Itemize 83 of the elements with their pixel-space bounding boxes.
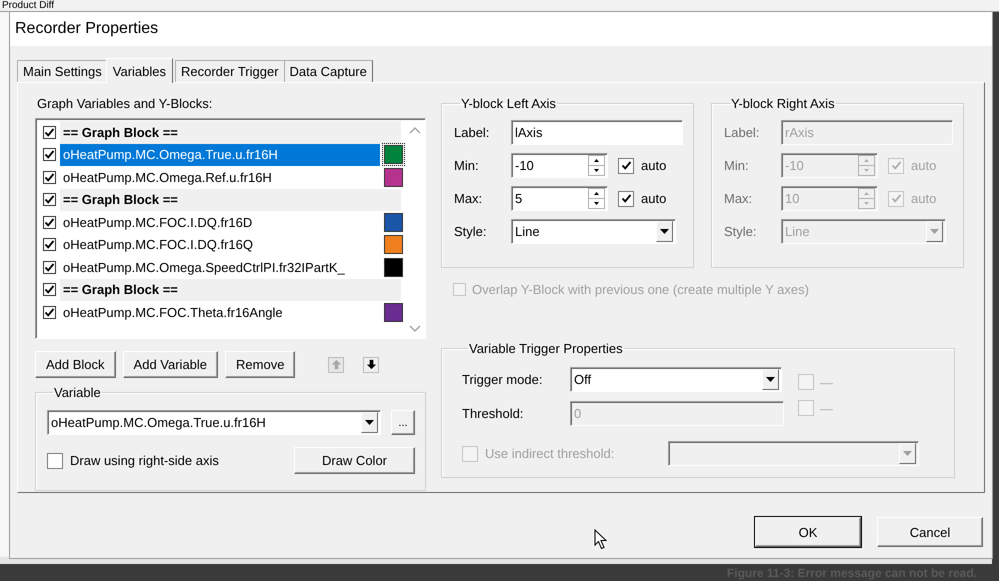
checkbox-label: auto (641, 158, 666, 173)
scroll-down-icon[interactable] (409, 325, 421, 332)
list-button[interactable]: Add Block (35, 351, 116, 378)
list-item[interactable]: oHeatPump.MC.Omega.True.u.fr16H (60, 144, 380, 166)
number-field[interactable]: -10 (511, 153, 608, 178)
check-icon (44, 126, 55, 138)
block-header[interactable]: == Graph Block == (60, 188, 401, 211)
field-label: Min: (454, 158, 480, 173)
field-label: Trigger mode: (462, 372, 544, 387)
checkbox[interactable] (43, 148, 56, 162)
variable-dropdown[interactable]: oHeatPump.MC.Omega.True.u.fr16H (47, 410, 381, 435)
cancel-button[interactable]: Cancel (877, 517, 983, 547)
list-item[interactable]: oHeatPump.MC.Omega.Ref.u.fr16H (60, 166, 380, 188)
ok-button[interactable]: OK (755, 517, 861, 547)
list-label: Graph Variables and Y-Blocks: (37, 96, 214, 111)
check-icon (44, 216, 55, 228)
arrow-down-icon[interactable] (363, 356, 380, 372)
checkbox[interactable] (618, 190, 634, 206)
checkbox[interactable] (43, 260, 56, 274)
field-label: Min: (724, 158, 750, 173)
check-icon (890, 193, 902, 204)
check-icon (44, 262, 55, 273)
list-item[interactable]: oHeatPump.MC.FOC.Theta.fr16Angle (60, 301, 380, 324)
check-icon (620, 160, 632, 171)
tab[interactable]: Main Settings (17, 60, 108, 82)
spinner-icon[interactable] (588, 155, 605, 176)
checkbox[interactable] (618, 158, 634, 174)
list-item[interactable]: oHeatPump.MC.Omega.SpeedCtrlPI.fr32IPartK_ (60, 256, 380, 278)
list-button[interactable]: Add Variable (122, 351, 218, 378)
field-label: Threshold: (462, 406, 524, 421)
check-icon (44, 194, 55, 206)
background-text: Product Diff (2, 0, 54, 11)
field-label: Style: (454, 224, 488, 239)
checkbox[interactable] (43, 306, 56, 319)
group-title: Variable (53, 385, 102, 400)
draw-color-button[interactable]: Draw Color (294, 447, 415, 474)
block-header[interactable]: == Graph Block == (60, 278, 401, 301)
field-label: Label: (724, 125, 760, 140)
scroll-up-icon[interactable] (409, 127, 421, 134)
checkbox-label: — (820, 400, 833, 416)
block-header[interactable]: == Graph Block == (60, 121, 401, 144)
check-icon (44, 149, 55, 160)
group-title: Variable Trigger Properties (468, 341, 624, 356)
cursor-icon (594, 529, 608, 550)
trigger-mode-dropdown[interactable]: Off (570, 367, 782, 392)
check-icon (44, 284, 55, 296)
checkbox[interactable] (47, 452, 63, 468)
checkbox-label: Use indirect threshold: (485, 446, 616, 461)
checkbox-label: Overlap Y-Block with previous one (create multiple Y axes) (472, 282, 809, 297)
browse-button[interactable]: ... (391, 410, 415, 435)
field-label: Label: (454, 125, 490, 140)
style-dropdown[interactable]: Line (511, 219, 676, 244)
list-item[interactable]: oHeatPump.MC.FOC.I.DQ.fr16Q (60, 234, 380, 256)
checkbox[interactable] (43, 216, 56, 229)
checkbox-label: Draw using right-side axis (70, 453, 219, 468)
group-title: Y-block Left Axis (460, 96, 557, 111)
window-title: Recorder Properties (15, 20, 158, 38)
field-label: Style: (724, 224, 758, 239)
check-icon (890, 160, 902, 171)
tab[interactable]: Data Capture (284, 60, 373, 82)
tab[interactable]: Variables (106, 58, 173, 83)
checkbox-label: auto (911, 158, 936, 173)
checkbox-label: — (820, 374, 833, 390)
checkbox-label: auto (911, 191, 936, 206)
text-field[interactable]: lAxis (511, 120, 683, 145)
check-icon (44, 306, 55, 318)
checkbox[interactable] (43, 283, 56, 296)
tab[interactable]: Recorder Trigger (175, 60, 285, 82)
group-title: Y-block Right Axis (730, 96, 836, 111)
list-button[interactable]: Remove (225, 351, 296, 378)
checkbox[interactable] (43, 238, 56, 252)
checkbox-label: auto (641, 191, 666, 206)
check-icon (620, 193, 632, 204)
check-icon (44, 172, 55, 183)
checkbox[interactable] (43, 170, 56, 184)
number-field[interactable]: 5 (511, 186, 608, 211)
field-label: Max: (454, 191, 484, 206)
spinner-icon[interactable] (588, 188, 605, 209)
field-label: Max: (724, 191, 754, 206)
check-icon (44, 239, 55, 250)
list-item[interactable]: oHeatPump.MC.FOC.I.DQ.fr16D (60, 211, 380, 234)
checkbox[interactable] (43, 193, 56, 206)
checkbox[interactable] (43, 126, 56, 139)
